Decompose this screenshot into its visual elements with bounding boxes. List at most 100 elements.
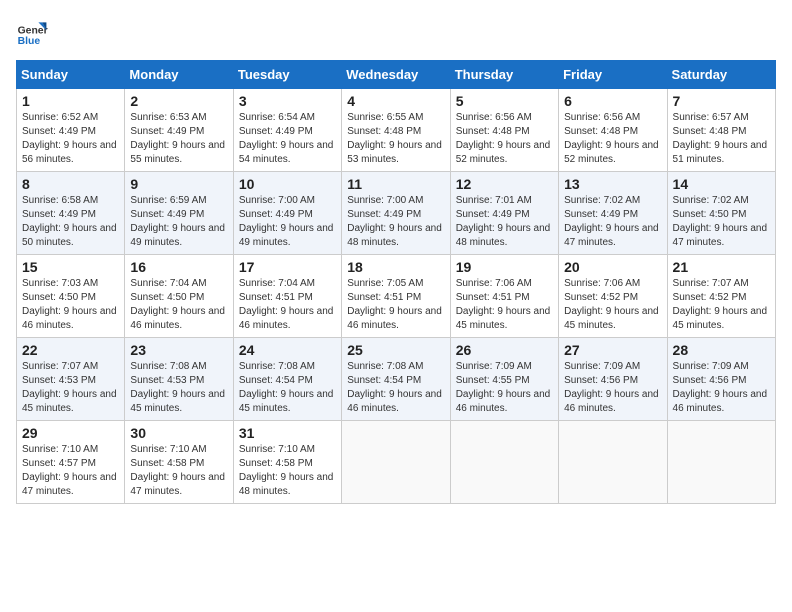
day-number: 28 xyxy=(673,342,770,358)
sunset-label: Sunset: 4:51 PM xyxy=(456,292,530,303)
day-info: Sunrise: 6:52 AM Sunset: 4:49 PM Dayligh… xyxy=(22,111,119,167)
daylight-label: Daylight: 9 hours and 47 minutes. xyxy=(22,472,117,497)
calendar-cell: 23 Sunrise: 7:08 AM Sunset: 4:53 PM Dayl… xyxy=(125,338,233,421)
day-info: Sunrise: 7:00 AM Sunset: 4:49 PM Dayligh… xyxy=(239,194,336,250)
day-number: 1 xyxy=(22,93,119,109)
sunrise-label: Sunrise: 6:53 AM xyxy=(130,112,206,123)
day-info: Sunrise: 6:55 AM Sunset: 4:48 PM Dayligh… xyxy=(347,111,444,167)
day-info: Sunrise: 7:09 AM Sunset: 4:55 PM Dayligh… xyxy=(456,360,553,416)
sunset-label: Sunset: 4:52 PM xyxy=(673,292,747,303)
calendar-cell: 3 Sunrise: 6:54 AM Sunset: 4:49 PM Dayli… xyxy=(233,89,341,172)
day-info: Sunrise: 7:00 AM Sunset: 4:49 PM Dayligh… xyxy=(347,194,444,250)
sunrise-label: Sunrise: 7:09 AM xyxy=(456,361,532,372)
calendar-cell: 18 Sunrise: 7:05 AM Sunset: 4:51 PM Dayl… xyxy=(342,255,450,338)
sunrise-label: Sunrise: 6:56 AM xyxy=(456,112,532,123)
calendar-cell: 5 Sunrise: 6:56 AM Sunset: 4:48 PM Dayli… xyxy=(450,89,558,172)
calendar-cell: 10 Sunrise: 7:00 AM Sunset: 4:49 PM Dayl… xyxy=(233,172,341,255)
calendar-cell: 27 Sunrise: 7:09 AM Sunset: 4:56 PM Dayl… xyxy=(559,338,667,421)
day-number: 31 xyxy=(239,425,336,441)
daylight-label: Daylight: 9 hours and 45 minutes. xyxy=(456,306,551,331)
sunset-label: Sunset: 4:49 PM xyxy=(130,126,204,137)
daylight-label: Daylight: 9 hours and 51 minutes. xyxy=(673,140,768,165)
sunrise-label: Sunrise: 7:02 AM xyxy=(673,195,749,206)
daylight-label: Daylight: 9 hours and 48 minutes. xyxy=(239,472,334,497)
day-info: Sunrise: 7:04 AM Sunset: 4:51 PM Dayligh… xyxy=(239,277,336,333)
daylight-label: Daylight: 9 hours and 53 minutes. xyxy=(347,140,442,165)
day-number: 22 xyxy=(22,342,119,358)
daylight-label: Daylight: 9 hours and 46 minutes. xyxy=(456,389,551,414)
sunset-label: Sunset: 4:50 PM xyxy=(673,209,747,220)
day-number: 16 xyxy=(130,259,227,275)
daylight-label: Daylight: 9 hours and 46 minutes. xyxy=(673,389,768,414)
sunset-label: Sunset: 4:49 PM xyxy=(347,209,421,220)
sunrise-label: Sunrise: 6:59 AM xyxy=(130,195,206,206)
sunrise-label: Sunrise: 7:10 AM xyxy=(239,444,315,455)
day-info: Sunrise: 6:59 AM Sunset: 4:49 PM Dayligh… xyxy=(130,194,227,250)
calendar-cell: 13 Sunrise: 7:02 AM Sunset: 4:49 PM Dayl… xyxy=(559,172,667,255)
calendar-cell xyxy=(342,421,450,504)
day-info: Sunrise: 6:56 AM Sunset: 4:48 PM Dayligh… xyxy=(456,111,553,167)
day-number: 3 xyxy=(239,93,336,109)
sunrise-label: Sunrise: 7:09 AM xyxy=(564,361,640,372)
daylight-label: Daylight: 9 hours and 48 minutes. xyxy=(456,223,551,248)
calendar-cell: 20 Sunrise: 7:06 AM Sunset: 4:52 PM Dayl… xyxy=(559,255,667,338)
day-info: Sunrise: 7:05 AM Sunset: 4:51 PM Dayligh… xyxy=(347,277,444,333)
sunset-label: Sunset: 4:58 PM xyxy=(239,458,313,469)
day-number: 7 xyxy=(673,93,770,109)
day-number: 10 xyxy=(239,176,336,192)
calendar-header-tuesday: Tuesday xyxy=(233,61,341,89)
day-number: 14 xyxy=(673,176,770,192)
calendar-header-thursday: Thursday xyxy=(450,61,558,89)
day-number: 21 xyxy=(673,259,770,275)
day-info: Sunrise: 7:02 AM Sunset: 4:49 PM Dayligh… xyxy=(564,194,661,250)
daylight-label: Daylight: 9 hours and 46 minutes. xyxy=(130,306,225,331)
daylight-label: Daylight: 9 hours and 50 minutes. xyxy=(22,223,117,248)
calendar-cell: 31 Sunrise: 7:10 AM Sunset: 4:58 PM Dayl… xyxy=(233,421,341,504)
daylight-label: Daylight: 9 hours and 49 minutes. xyxy=(130,223,225,248)
daylight-label: Daylight: 9 hours and 47 minutes. xyxy=(673,223,768,248)
sunset-label: Sunset: 4:52 PM xyxy=(564,292,638,303)
day-info: Sunrise: 7:07 AM Sunset: 4:52 PM Dayligh… xyxy=(673,277,770,333)
day-info: Sunrise: 7:04 AM Sunset: 4:50 PM Dayligh… xyxy=(130,277,227,333)
day-number: 4 xyxy=(347,93,444,109)
day-number: 26 xyxy=(456,342,553,358)
sunrise-label: Sunrise: 7:00 AM xyxy=(347,195,423,206)
day-info: Sunrise: 7:09 AM Sunset: 4:56 PM Dayligh… xyxy=(564,360,661,416)
calendar-week-1: 1 Sunrise: 6:52 AM Sunset: 4:49 PM Dayli… xyxy=(17,89,776,172)
day-number: 6 xyxy=(564,93,661,109)
day-info: Sunrise: 7:06 AM Sunset: 4:51 PM Dayligh… xyxy=(456,277,553,333)
daylight-label: Daylight: 9 hours and 45 minutes. xyxy=(673,306,768,331)
sunrise-label: Sunrise: 7:06 AM xyxy=(564,278,640,289)
daylight-label: Daylight: 9 hours and 45 minutes. xyxy=(564,306,659,331)
daylight-label: Daylight: 9 hours and 54 minutes. xyxy=(239,140,334,165)
day-info: Sunrise: 7:02 AM Sunset: 4:50 PM Dayligh… xyxy=(673,194,770,250)
day-info: Sunrise: 6:53 AM Sunset: 4:49 PM Dayligh… xyxy=(130,111,227,167)
calendar-week-5: 29 Sunrise: 7:10 AM Sunset: 4:57 PM Dayl… xyxy=(17,421,776,504)
day-number: 24 xyxy=(239,342,336,358)
calendar-cell: 7 Sunrise: 6:57 AM Sunset: 4:48 PM Dayli… xyxy=(667,89,775,172)
sunrise-label: Sunrise: 7:04 AM xyxy=(130,278,206,289)
sunrise-label: Sunrise: 6:55 AM xyxy=(347,112,423,123)
day-info: Sunrise: 7:03 AM Sunset: 4:50 PM Dayligh… xyxy=(22,277,119,333)
calendar-header-row: SundayMondayTuesdayWednesdayThursdayFrid… xyxy=(17,61,776,89)
calendar-cell: 12 Sunrise: 7:01 AM Sunset: 4:49 PM Dayl… xyxy=(450,172,558,255)
calendar-header-wednesday: Wednesday xyxy=(342,61,450,89)
sunset-label: Sunset: 4:53 PM xyxy=(130,375,204,386)
calendar-cell: 14 Sunrise: 7:02 AM Sunset: 4:50 PM Dayl… xyxy=(667,172,775,255)
day-info: Sunrise: 7:10 AM Sunset: 4:57 PM Dayligh… xyxy=(22,443,119,499)
daylight-label: Daylight: 9 hours and 56 minutes. xyxy=(22,140,117,165)
day-info: Sunrise: 7:09 AM Sunset: 4:56 PM Dayligh… xyxy=(673,360,770,416)
daylight-label: Daylight: 9 hours and 52 minutes. xyxy=(456,140,551,165)
sunrise-label: Sunrise: 7:10 AM xyxy=(22,444,98,455)
daylight-label: Daylight: 9 hours and 46 minutes. xyxy=(239,306,334,331)
day-number: 11 xyxy=(347,176,444,192)
sunset-label: Sunset: 4:54 PM xyxy=(239,375,313,386)
sunset-label: Sunset: 4:51 PM xyxy=(239,292,313,303)
day-number: 25 xyxy=(347,342,444,358)
day-info: Sunrise: 7:06 AM Sunset: 4:52 PM Dayligh… xyxy=(564,277,661,333)
calendar-cell: 19 Sunrise: 7:06 AM Sunset: 4:51 PM Dayl… xyxy=(450,255,558,338)
sunset-label: Sunset: 4:48 PM xyxy=(456,126,530,137)
calendar-cell: 26 Sunrise: 7:09 AM Sunset: 4:55 PM Dayl… xyxy=(450,338,558,421)
sunrise-label: Sunrise: 6:52 AM xyxy=(22,112,98,123)
sunset-label: Sunset: 4:49 PM xyxy=(456,209,530,220)
